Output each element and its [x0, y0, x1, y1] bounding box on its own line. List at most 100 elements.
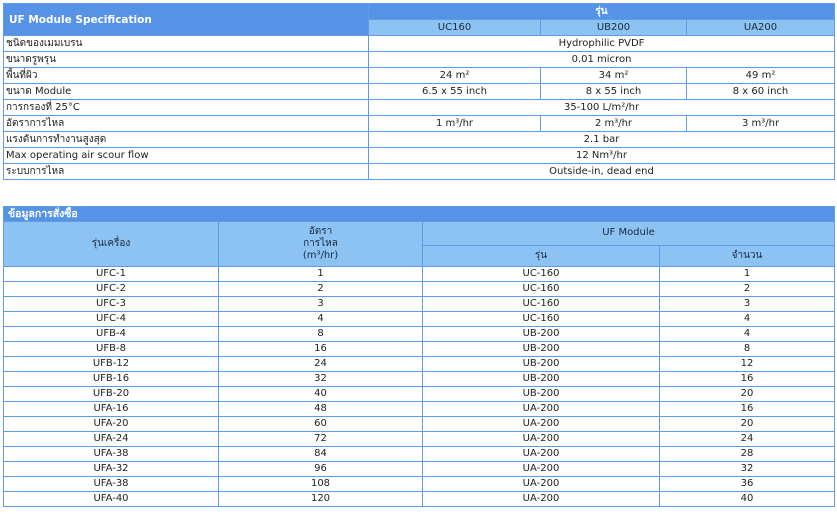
spec-row-value: 8 x 60 inch — [685, 83, 836, 100]
order-flow-rate: 16 — [218, 341, 423, 357]
spec-row-value: Outside-in, dead end — [367, 163, 836, 180]
table-row: UFA-20 60 UA-200 20 — [3, 416, 836, 432]
table-row: UFC-2 2 UC-160 2 — [3, 281, 836, 297]
order-flow-rate: 108 — [218, 476, 423, 492]
order-flow-rate: 120 — [218, 491, 423, 507]
order-uf-model: UC-160 — [422, 311, 660, 327]
spec-row: พื้นที่ผิว 24 m² 34 m² 49 m² — [3, 67, 836, 84]
order-uf-qty: 4 — [658, 326, 836, 342]
order-uf-qty: 1 — [658, 266, 836, 282]
spec-row-value: 3 m³/hr — [685, 115, 836, 132]
spec-row-value: 24 m² — [368, 67, 541, 84]
spec-row-value: 49 m² — [685, 67, 836, 84]
spec-row: แรงดันการทำงานสูงสุด 2.1 bar — [3, 131, 836, 148]
col-flow-rate: อัตรา การไหล (m³/hr) — [218, 221, 423, 267]
order-uf-qty: 2 — [658, 281, 836, 297]
order-uf-model: UC-160 — [422, 266, 660, 282]
order-uf-model: UB-200 — [422, 326, 660, 342]
order-uf-qty: 3 — [658, 296, 836, 312]
table-row: UFC-3 3 UC-160 3 — [3, 296, 836, 312]
order-uf-qty: 20 — [658, 386, 836, 402]
order-machine-model: UFA-32 — [3, 461, 219, 477]
order-machine-model: UFB-12 — [3, 356, 219, 372]
order-uf-model: UA-200 — [422, 491, 660, 507]
spec-row: การกรองที่ 25°C 35-100 L/m²/hr — [3, 99, 836, 116]
spec-row-label: แรงดันการทำงานสูงสุด — [3, 131, 369, 148]
order-machine-model: UFB-20 — [3, 386, 219, 402]
col-uf-model: รุ่น — [422, 244, 660, 268]
table-row: UFC-1 1 UC-160 1 — [3, 266, 836, 282]
spec-row-value: 35-100 L/m²/hr — [367, 99, 836, 116]
spec-row: อัตราการไหล 1 m³/hr 2 m³/hr 3 m³/hr — [3, 115, 836, 132]
spec-row-value: 0.01 micron — [367, 51, 836, 68]
order-flow-rate: 3 — [218, 296, 423, 312]
order-flow-rate: 24 — [218, 356, 423, 372]
order-uf-model: UC-160 — [422, 281, 660, 297]
order-flow-rate: 60 — [218, 416, 423, 432]
table-row: UFB-12 24 UB-200 12 — [3, 356, 836, 372]
order-machine-model: UFC-4 — [3, 311, 219, 327]
model-header: รุ่น — [367, 3, 836, 20]
order-uf-qty: 16 — [658, 401, 836, 417]
spec-row-label: พื้นที่ผิว — [3, 67, 369, 84]
spec-row-value: 2.1 bar — [367, 131, 836, 148]
order-machine-model: UFA-20 — [3, 416, 219, 432]
spec-row-value: 1 m³/hr — [368, 115, 541, 132]
table-row: UFB-20 40 UB-200 20 — [3, 386, 836, 402]
order-uf-qty: 8 — [658, 341, 836, 357]
table-row: UFB-16 32 UB-200 16 — [3, 371, 836, 387]
spec-row-label: ขนาดรูพรุน — [3, 51, 369, 68]
model-ua200: UA200 — [685, 19, 836, 36]
spec-row: ระบบการไหล Outside-in, dead end — [3, 163, 836, 180]
order-machine-model: UFB-8 — [3, 341, 219, 357]
order-uf-model: UB-200 — [422, 386, 660, 402]
order-uf-model: UC-160 — [422, 296, 660, 312]
spec-row-value: 8 x 55 inch — [540, 83, 687, 100]
order-flow-rate: 96 — [218, 461, 423, 477]
spec-row: ขนาด Module 6.5 x 55 inch 8 x 55 inch 8 x 6… — [3, 83, 836, 100]
spec-row-label: การกรองที่ 25°C — [3, 99, 369, 116]
order-machine-model: UFC-2 — [3, 281, 219, 297]
table-row: UFB-8 16 UB-200 8 — [3, 341, 836, 357]
order-machine-model: UFB-16 — [3, 371, 219, 387]
order-uf-model: UA-200 — [422, 401, 660, 417]
order-machine-model: UFC-3 — [3, 296, 219, 312]
table-row: UFA-38 84 UA-200 28 — [3, 446, 836, 462]
order-uf-qty: 36 — [658, 476, 836, 492]
order-uf-qty: 32 — [658, 461, 836, 477]
spec-title: UF Module Specification — [3, 3, 369, 36]
order-flow-rate: 2 — [218, 281, 423, 297]
order-uf-model: UB-200 — [422, 341, 660, 357]
model-uc160: UC160 — [368, 19, 541, 36]
order-uf-model: UA-200 — [422, 461, 660, 477]
col-machine-model: รุ่นเครื่อง — [3, 221, 219, 267]
order-machine-model: UFA-40 — [3, 491, 219, 507]
spec-row-label: Max operating air scour flow — [3, 147, 369, 164]
table-row: UFC-4 4 UC-160 4 — [3, 311, 836, 327]
col-uf-qty: จำนวน — [658, 244, 836, 268]
order-machine-model: UFA-38 — [3, 476, 219, 492]
order-uf-qty: 40 — [658, 491, 836, 507]
table-row: UFA-24 72 UA-200 24 — [3, 431, 836, 447]
order-uf-qty: 12 — [658, 356, 836, 372]
spec-row-value: Hydrophilic PVDF — [367, 35, 836, 52]
order-flow-rate: 4 — [218, 311, 423, 327]
spec-row-value: 12 Nm³/hr — [367, 147, 836, 164]
order-flow-rate: 1 — [218, 266, 423, 282]
order-machine-model: UFB-4 — [3, 326, 219, 342]
order-machine-model: UFA-38 — [3, 446, 219, 462]
order-machine-model: UFA-24 — [3, 431, 219, 447]
spec-row-label: ระบบการไหล — [3, 163, 369, 180]
uf-module-spec-table: UF Module Specification รุ่น UC160 UB200… — [3, 3, 836, 180]
order-uf-model: UB-200 — [422, 356, 660, 372]
order-uf-model: UA-200 — [422, 416, 660, 432]
model-ub200: UB200 — [540, 19, 687, 36]
table-row: UFB-4 8 UB-200 4 — [3, 326, 836, 342]
table-row: UFA-16 48 UA-200 16 — [3, 401, 836, 417]
spec-row-value: 6.5 x 55 inch — [368, 83, 541, 100]
order-flow-rate: 48 — [218, 401, 423, 417]
order-title: ข้อมูลการสั่งซื้อ — [2, 206, 836, 222]
order-flow-rate: 84 — [218, 446, 423, 462]
order-machine-model: UFC-1 — [3, 266, 219, 282]
order-uf-qty: 24 — [658, 431, 836, 447]
